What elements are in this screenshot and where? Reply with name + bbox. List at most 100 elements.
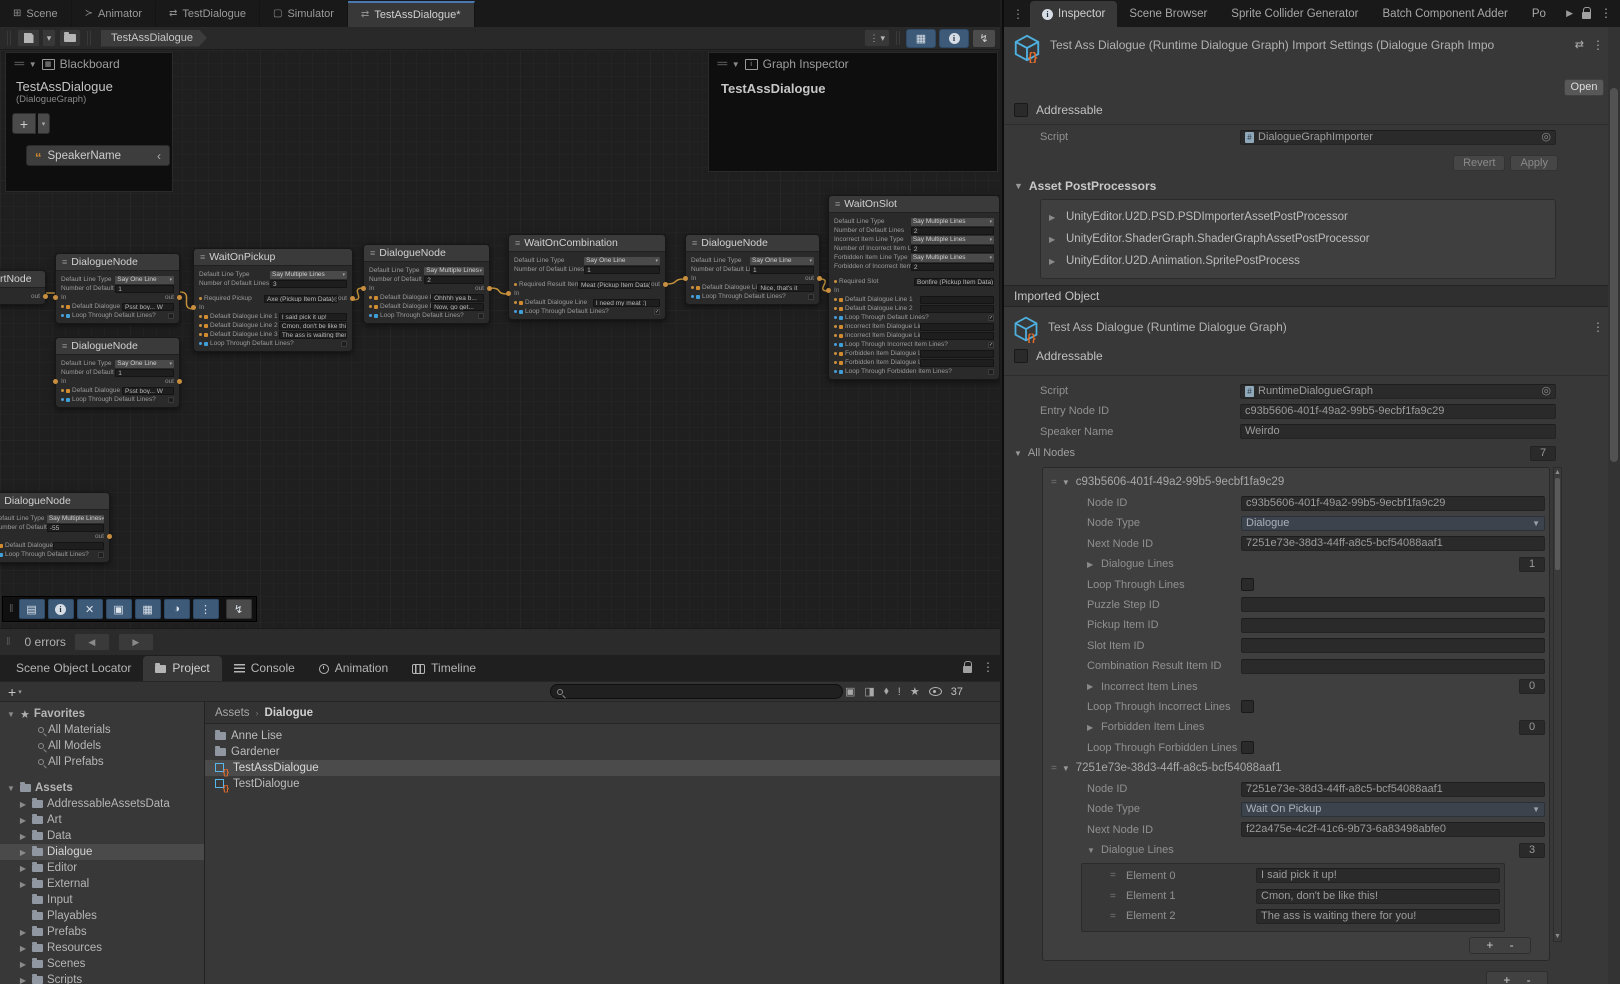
eye-icon[interactable] bbox=[929, 687, 942, 696]
nodes-list-scrollbar[interactable]: ▲ ▼ bbox=[1553, 467, 1562, 942]
node-row-number-of-default-lines[interactable]: Number of Default Lines-55 bbox=[0, 523, 109, 532]
expander-arrow-icon[interactable]: ▶ bbox=[18, 832, 28, 841]
add-property-options-button[interactable]: ▾ bbox=[38, 113, 50, 134]
node-row-default-dialogue-line[interactable]: Default Dialogue LineI need my meat :) bbox=[509, 298, 665, 307]
breadcrumb-root[interactable]: Assets bbox=[215, 707, 250, 719]
toggle-blackboard-button[interactable]: ▦ bbox=[906, 29, 936, 48]
expander-arrow-icon[interactable]: ▶ bbox=[18, 880, 28, 889]
node-row-number-of-default-lines[interactable]: Number of Default Lines1 bbox=[509, 265, 665, 274]
text-field[interactable]: Psst boy... W bbox=[122, 387, 174, 395]
checkbox[interactable] bbox=[478, 313, 484, 319]
node-title-bar[interactable]: ≡DialogueNode bbox=[364, 245, 489, 262]
value-field[interactable]: 7251e73e-38d3-44ff-a8c5-bcf54088aaf1 bbox=[1241, 782, 1545, 797]
checkbox[interactable] bbox=[341, 341, 347, 347]
checkbox[interactable]: ✓ bbox=[988, 342, 994, 348]
dropdown-default-line-type[interactable]: Say One Line▾ bbox=[115, 276, 174, 284]
text-field[interactable]: I need my meat :) bbox=[593, 299, 660, 307]
node-row-default-dialogue-line-1[interactable]: Default Dialogue Line 1I said pick it up… bbox=[194, 312, 352, 321]
node-title-bar[interactable]: ≡DialogueNode bbox=[0, 493, 109, 510]
node-row-default-line-type[interactable]: Default Line TypeSay One Line▾ bbox=[686, 256, 819, 265]
node-row-default-dialogue-line-1[interactable]: Default Dialogue Line 1 bbox=[829, 295, 999, 304]
blackboard-panel[interactable]: == ▼ ▦ Blackboard TestAssDialogue (Dialo… bbox=[5, 52, 173, 192]
checkbox[interactable] bbox=[168, 397, 174, 403]
drag-handle-icon[interactable]: = bbox=[1110, 870, 1126, 881]
tab-animation[interactable]: Animation bbox=[307, 656, 400, 681]
text-field[interactable]: The ass is waiting there for y bbox=[279, 331, 347, 339]
console-toggle-button[interactable]: ▤ bbox=[19, 599, 45, 619]
value-field[interactable]: c93b5606-401f-49a2-99b5-9ecbf1fa9c29 bbox=[1241, 496, 1545, 511]
graph-node-waitonpickup[interactable]: ≡WaitOnPickupDefault Line TypeSay Multip… bbox=[193, 248, 353, 352]
addressable-checkbox[interactable] bbox=[1014, 349, 1028, 363]
checkbox[interactable] bbox=[168, 313, 174, 319]
checkbox-loop-through-lines[interactable] bbox=[1241, 578, 1254, 591]
inspector-tab-po[interactable]: Po bbox=[1520, 1, 1558, 27]
chevron-left-icon[interactable]: ‹ bbox=[157, 149, 161, 163]
expander-arrow-icon[interactable]: ▶ bbox=[18, 816, 28, 825]
node-row-default-dialogue-line[interactable]: Default Dialogue LinePsst boy... W bbox=[56, 386, 179, 395]
search-by-type-icon[interactable]: ▣ bbox=[845, 685, 855, 698]
output-port[interactable] bbox=[177, 379, 182, 384]
text-field[interactable]: Psst boy... W bbox=[122, 303, 174, 311]
search-by-import-icon[interactable]: ◨ bbox=[864, 685, 874, 698]
checkbox[interactable] bbox=[808, 294, 814, 300]
inspector-tab-batch-component-adder[interactable]: Batch Component Adder bbox=[1371, 1, 1520, 27]
graph-canvas[interactable]: ≡StartNodeout≡DialogueNodeDefault Line T… bbox=[0, 50, 1000, 628]
dropdown-default-line-type[interactable]: Say Multiple Lines▾ bbox=[911, 218, 994, 226]
expander-arrow-icon[interactable]: ▶ bbox=[18, 944, 28, 953]
asset-postprocessors-foldout[interactable]: ▼ Asset PostProcessors bbox=[1014, 179, 1156, 193]
output-port[interactable] bbox=[107, 534, 112, 539]
chevron-down-icon[interactable]: ▾ bbox=[18, 688, 22, 696]
open-asset-button[interactable] bbox=[59, 29, 81, 47]
value-field[interactable]: #RuntimeDialogueGraph◎ bbox=[1240, 384, 1556, 399]
object-field[interactable]: Axe (Pickup Item Data)◎ bbox=[264, 295, 338, 303]
node-row-default-line-type[interactable]: Default Line TypeSay Multiple Lines▾ bbox=[194, 270, 352, 279]
asset-item-anne-lise[interactable]: Anne Lise bbox=[205, 728, 1000, 744]
tab-project[interactable]: Project bbox=[143, 656, 221, 681]
tree-folder-data[interactable]: ▶Data bbox=[0, 828, 204, 844]
text-field[interactable]: Nice, that's it bbox=[757, 284, 814, 292]
object-field[interactable]: Meat (Pickup Item Data)◎ bbox=[578, 281, 651, 289]
expander-arrow-icon[interactable]: ▶ bbox=[18, 864, 28, 873]
alert-icon[interactable]: ! bbox=[898, 686, 901, 698]
editor-tab-testassdialogue[interactable]: ⇄TestAssDialogue* bbox=[348, 1, 475, 27]
graph-node-dialoguenode[interactable]: ≡DialogueNodeDefault Line TypeSay One Li… bbox=[55, 337, 180, 408]
kebab-icon[interactable]: ⋮ bbox=[1600, 6, 1612, 20]
node-title-bar[interactable]: ≡WaitOnSlot bbox=[829, 196, 999, 213]
node-row-loop-through-default-lines[interactable]: Loop Through Default Lines? bbox=[56, 395, 179, 404]
node-row-loop-through-default-lines[interactable]: Loop Through Default Lines?✓ bbox=[509, 307, 665, 316]
tree-folder-external[interactable]: ▶External bbox=[0, 876, 204, 892]
node-row-incorrect-item-dialogue-line-1[interactable]: Incorrect Item Dialogue Line 1 bbox=[829, 322, 999, 331]
foldout-arrow-icon[interactable]: ▶ bbox=[1087, 682, 1097, 691]
graph-node-dialoguenode[interactable]: ≡DialogueNodeDefault Line TypeSay Multip… bbox=[0, 492, 110, 563]
remove-element-button[interactable]: - bbox=[1527, 973, 1531, 984]
node-row-loop-through-forbidden-item-lines[interactable]: Loop Through Forbidden Item Lines? bbox=[829, 367, 999, 376]
save-options-button[interactable]: ▾ bbox=[42, 29, 56, 47]
foldout-arrow-icon[interactable]: ▶ bbox=[1049, 235, 1059, 244]
foldout-arrow-icon[interactable]: ▼ bbox=[1062, 764, 1070, 773]
value-field[interactable]: f22a475e-4c2f-41c6-9b73-6a83498abfe0 bbox=[1241, 822, 1545, 837]
graph-node-startnode[interactable]: ≡StartNodeout bbox=[0, 270, 46, 305]
dropdown-node-type[interactable]: Dialogue▼ bbox=[1241, 516, 1545, 531]
node-row-loop-through-default-lines[interactable]: Loop Through Default Lines?✓ bbox=[829, 313, 999, 322]
debug-toggle-button[interactable]: ↯ bbox=[226, 599, 252, 619]
node-row-number-of-default-lines[interactable]: Number of Default Lines2 bbox=[364, 275, 489, 284]
node-row-loop-through-incorrect-item-lines[interactable]: Loop Through Incorrect Item Lines?✓ bbox=[829, 340, 999, 349]
foldout-arrow-icon[interactable]: ▼ bbox=[29, 60, 37, 69]
node-row-required-slot[interactable]: Required SlotBonfire (Pickup Item Data)◎ bbox=[829, 277, 999, 286]
expander-arrow-icon[interactable]: ▶ bbox=[18, 848, 28, 857]
prev-error-button[interactable]: ◀ bbox=[74, 633, 110, 651]
graph-inspector-header[interactable]: == ▼ i Graph Inspector bbox=[709, 53, 997, 75]
node-group-c93b5606-401f-49a2-99b5-9ecbf1fa9c29[interactable]: =▼c93b5606-401f-49a2-99b5-9ecbf1fa9c29 bbox=[1043, 474, 1545, 490]
tree-folder-prefabs[interactable]: ▶Prefabs bbox=[0, 924, 204, 940]
element-value-field[interactable]: The ass is waiting there for you! bbox=[1256, 909, 1500, 924]
node-row-number-of-default-lines[interactable]: Number of Default Lines1 bbox=[56, 368, 179, 377]
node-row-default-dialogue-line[interactable]: Default Dialogue Line bbox=[0, 541, 109, 550]
tree-folder-addressableassetsdata[interactable]: ▶AddressableAssetsData bbox=[0, 796, 204, 812]
debug-toggle-button[interactable]: ↯ bbox=[972, 29, 996, 48]
number-field[interactable]: 2 bbox=[911, 227, 994, 235]
number-field[interactable]: 1 bbox=[584, 266, 660, 274]
tree-favorite-all-materials[interactable]: All Materials bbox=[0, 722, 204, 738]
graph-node-dialoguenode[interactable]: ≡DialogueNodeDefault Line TypeSay Multip… bbox=[363, 244, 490, 324]
graph-breadcrumb[interactable]: TestAssDialogue bbox=[101, 30, 207, 47]
next-error-button[interactable]: ▶ bbox=[118, 633, 154, 651]
